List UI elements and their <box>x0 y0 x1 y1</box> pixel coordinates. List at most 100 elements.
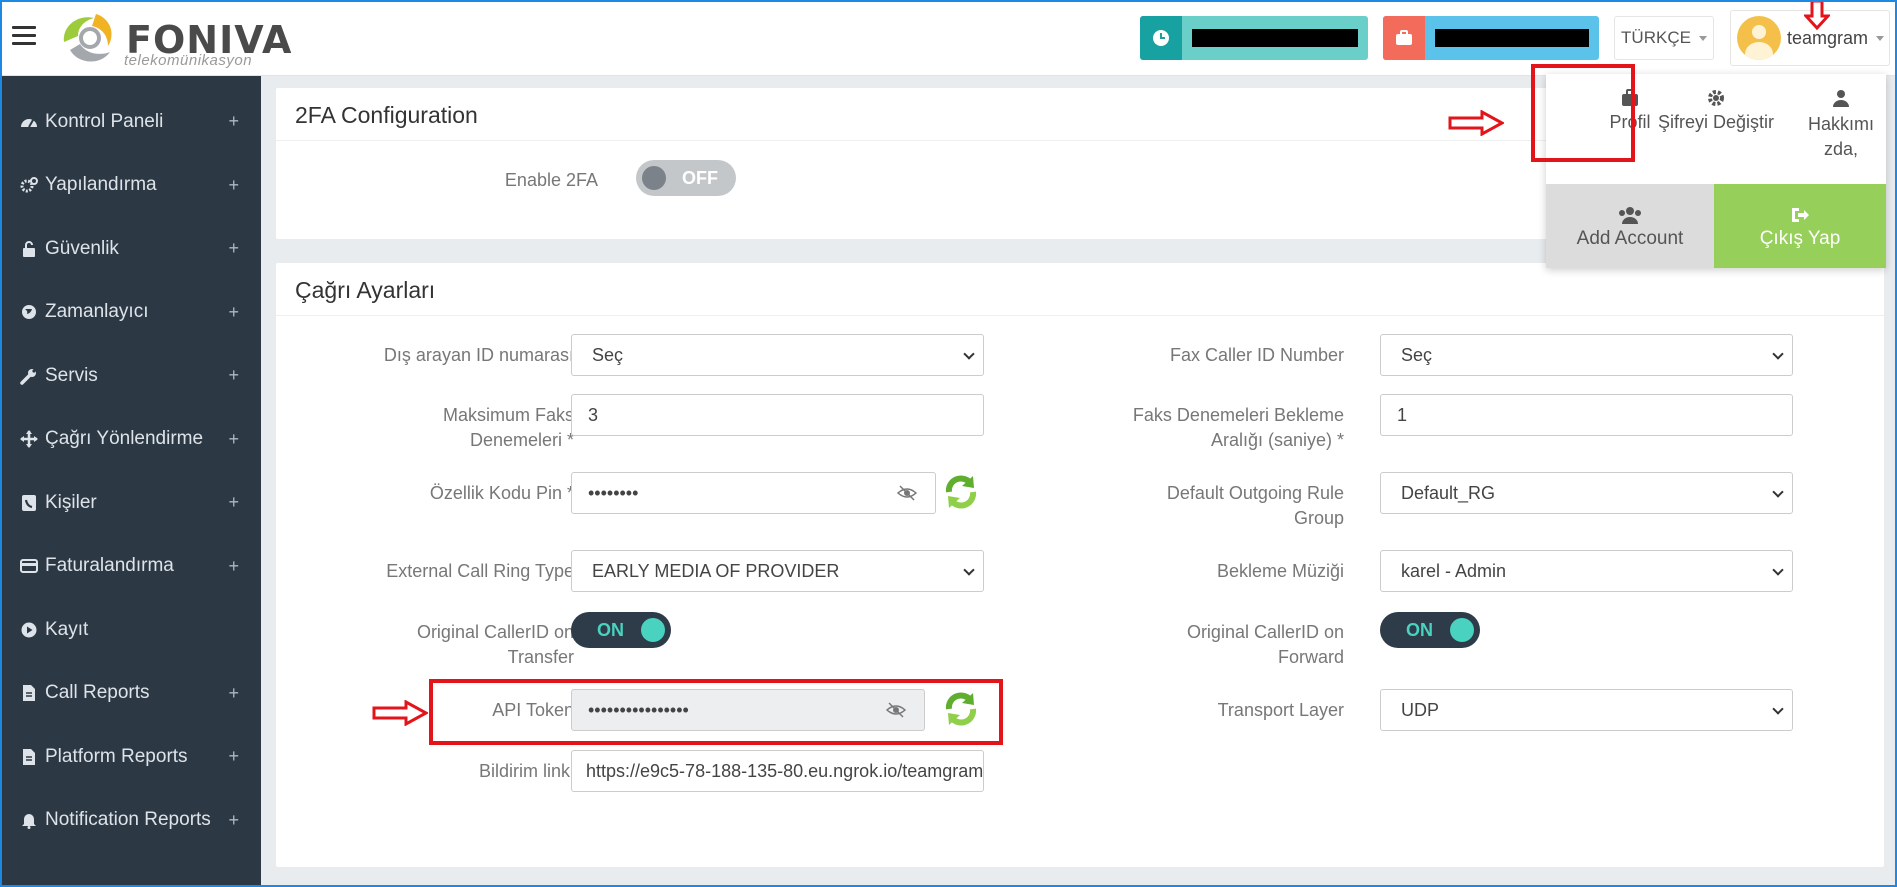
bell-icon <box>20 811 38 830</box>
divider <box>276 315 1884 316</box>
sidebar-item-guvenlik[interactable]: Güvenlik + <box>0 217 261 281</box>
label-line: Maksimum Faks <box>442 405 574 425</box>
label-line: Aralığı (saniye) * <box>1210 430 1344 450</box>
orig-callerid-transfer-label: Original CallerID on Transfer <box>316 620 574 670</box>
balance-badge <box>1383 16 1599 60</box>
sidebar-item-label: Call Reports <box>45 682 150 704</box>
sidebar-item-label: Çağrı Yönlendirme <box>45 428 204 450</box>
feature-code-pin-input[interactable]: •••••••• <box>571 472 936 514</box>
label-line: Denemeleri * <box>469 430 574 450</box>
enable-2fa-toggle[interactable]: OFF <box>636 160 736 196</box>
language-dropdown[interactable]: TÜRKÇE <box>1614 16 1714 60</box>
chevron-down-icon <box>963 564 975 576</box>
sidebar-item-servis[interactable]: Servis + <box>0 344 261 408</box>
about-menu-item[interactable]: Hakkımı zda, <box>1796 88 1886 162</box>
api-token-input[interactable]: •••••••••••••••• <box>571 689 925 731</box>
sidebar-item-call-reports[interactable]: Call Reports + <box>0 662 261 726</box>
fax-retry-interval-input[interactable]: 1 <box>1380 394 1793 436</box>
sidebar-item-label: Notification Reports <box>45 809 211 831</box>
clock-icon <box>1140 16 1182 60</box>
default-outgoing-rule-label: Default Outgoing Rule Group <box>1106 481 1344 531</box>
play-circle-icon <box>20 621 38 639</box>
user-dropdown-menu: Profil Şifreyi Değiştir Hakkımı zda, Add… <box>1546 74 1886 268</box>
sidebar-item-label: Faturalandırma <box>45 555 174 577</box>
select-value: EARLY MEDIA OF PROVIDER <box>592 560 840 581</box>
annotation-arrow-down-icon <box>1804 0 1830 30</box>
fax-caller-id-select[interactable]: Seç <box>1380 334 1793 376</box>
orig-callerid-transfer-toggle[interactable]: ON <box>571 612 671 648</box>
expand-plus-icon: + <box>228 365 239 386</box>
sidebar-item-label: Kontrol Paneli <box>45 110 164 132</box>
eye-slash-icon[interactable] <box>886 702 906 718</box>
input-value: •••••••••••••••• <box>588 699 689 720</box>
annotation-arrow-right-icon <box>372 700 428 726</box>
add-account-button[interactable]: Add Account <box>1546 184 1714 268</box>
chevron-down-icon <box>1772 703 1784 715</box>
clock-badge <box>1140 16 1368 60</box>
transport-layer-select[interactable]: UDP <box>1380 689 1793 731</box>
menu-label: Profil <box>1609 112 1651 132</box>
user-icon <box>1833 90 1849 107</box>
call-settings-title: Çağrı Ayarları <box>295 277 436 303</box>
toggle-text: ON <box>597 619 624 640</box>
eye-slash-icon[interactable] <box>897 485 917 501</box>
sidebar-item-cagri-yonlendirme[interactable]: Çağrı Yönlendirme + <box>0 408 261 472</box>
sidebar-item-label: Platform Reports <box>45 745 188 767</box>
avatar <box>1737 16 1781 60</box>
orig-callerid-forward-label: Original CallerID on Forward <box>1106 620 1344 670</box>
logout-button[interactable]: Çıkış Yap <box>1714 184 1886 268</box>
sidebar-item-label: Yapılandırma <box>45 174 157 196</box>
sign-out-icon <box>1792 208 1809 222</box>
notification-link-input[interactable]: https://e9c5-78-188-135-80.eu.ngrok.io/t… <box>571 750 984 792</box>
input-value: 3 <box>588 404 599 425</box>
fax-caller-id-label: Fax Caller ID Number <box>1169 345 1344 365</box>
max-fax-attempts-label: Maksimum Faks Denemeleri * <box>316 403 574 453</box>
sidebar-item-yapilandirma[interactable]: Yapılandırma + <box>0 154 261 218</box>
file-icon <box>20 748 38 766</box>
music-on-hold-select[interactable]: karel - Admin <box>1380 550 1793 592</box>
label-line: Default Outgoing Rule <box>1166 483 1344 503</box>
sidebar-item-label: Kayıt <box>45 618 89 640</box>
sidebar-item-platform-reports[interactable]: Platform Reports + <box>0 725 261 789</box>
label-line: Original CallerID on <box>416 622 574 642</box>
expand-plus-icon: + <box>228 555 239 576</box>
username-label: teamgram <box>1787 27 1869 48</box>
button-label: Add Account <box>1576 228 1684 249</box>
max-fax-attempts-input[interactable]: 3 <box>571 394 984 436</box>
sidebar-item-zamanlayici[interactable]: Zamanlayıcı + <box>0 281 261 345</box>
contact-book-icon <box>20 494 38 512</box>
balance-badge-value-redacted <box>1425 16 1599 60</box>
regenerate-token-icon[interactable] <box>941 689 981 729</box>
default-outgoing-rule-select[interactable]: Default_RG <box>1380 472 1793 514</box>
sidebar-item-kisiler[interactable]: Kişiler + <box>0 471 261 535</box>
expand-plus-icon: + <box>228 492 239 513</box>
hamburger-menu-icon[interactable] <box>12 26 36 46</box>
foniva-logo[interactable]: FONIVA telekomünikasyon <box>56 8 296 70</box>
select-value: Default_RG <box>1401 482 1496 503</box>
external-ring-type-select[interactable]: EARLY MEDIA OF PROVIDER <box>571 550 984 592</box>
sidebar-item-label: Zamanlayıcı <box>45 301 149 323</box>
expand-plus-icon: + <box>228 746 239 767</box>
sidebar-item-kayit[interactable]: Kayıt <box>0 598 261 662</box>
logo-mark-icon <box>63 14 112 62</box>
chevron-down-icon <box>1772 564 1784 576</box>
sidebar-item-notification-reports[interactable]: Notification Reports + <box>0 789 261 853</box>
chevron-down-icon <box>1876 35 1885 41</box>
expand-plus-icon: + <box>228 238 239 259</box>
change-password-menu-item[interactable]: Şifreyi Değiştir <box>1646 88 1786 133</box>
sidebar-item-faturalandirma[interactable]: Faturalandırma + <box>0 535 261 599</box>
sidebar-item-label: Servis <box>45 364 98 386</box>
logo-subtitle: telekomünikasyon <box>124 52 253 69</box>
orig-callerid-forward-toggle[interactable]: ON <box>1380 612 1480 648</box>
sidebar-item-kontrol-paneli[interactable]: Kontrol Paneli + <box>0 90 261 154</box>
music-on-hold-label: Bekleme Müziği <box>1216 561 1344 581</box>
chevron-down-icon <box>963 348 975 360</box>
file-icon <box>20 684 38 702</box>
lock-open-icon <box>20 240 38 258</box>
external-ring-type-label: External Call Ring Type <box>386 561 574 581</box>
regenerate-pin-icon[interactable] <box>941 472 981 512</box>
input-value: https://e9c5-78-188-135-80.eu.ngrok.io/t… <box>586 760 984 781</box>
outgoing-caller-id-select[interactable]: Seç <box>571 334 984 376</box>
expand-plus-icon: + <box>228 111 239 132</box>
select-value: karel - Admin <box>1401 560 1507 581</box>
